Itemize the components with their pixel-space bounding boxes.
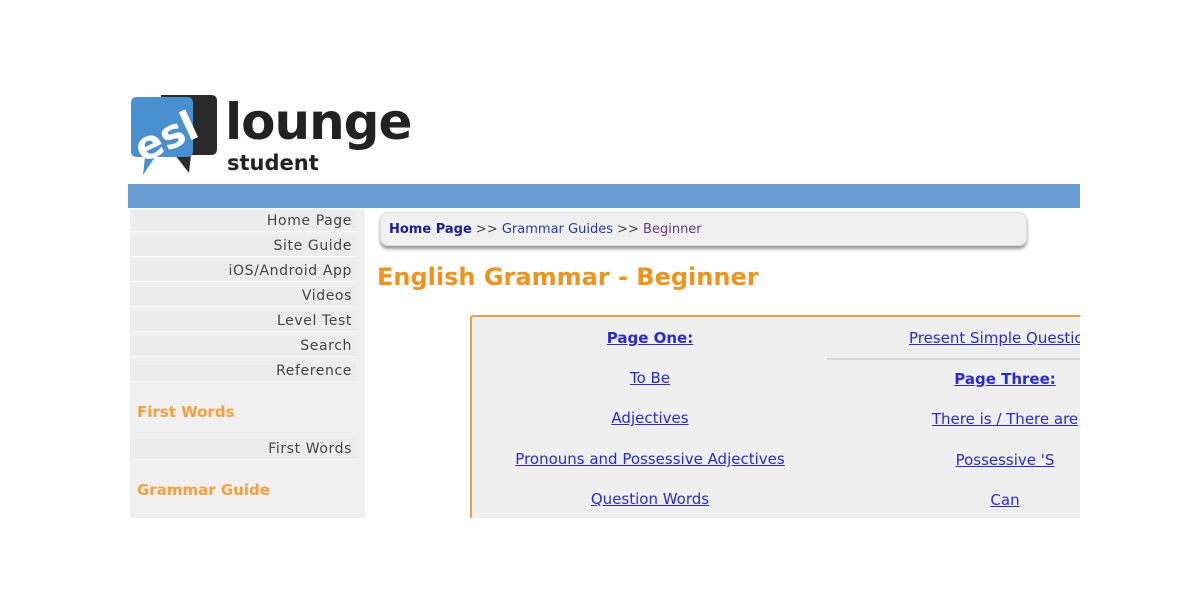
page-title: English Grammar - Beginner [377, 263, 759, 291]
sidebar-item-app[interactable]: iOS/Android App [133, 261, 356, 282]
row-divider [827, 358, 1080, 360]
breadcrumb-separator: >> [617, 222, 639, 237]
link-possessive-s[interactable]: Possessive 'S [956, 451, 1055, 469]
breadcrumb-grammar-guides[interactable]: Grammar Guides [502, 222, 613, 237]
link-question-words[interactable]: Question Words [591, 490, 709, 508]
table-cell: Page Three: [827, 370, 1080, 388]
sidebar-item-level-test[interactable]: Level Test [133, 311, 356, 332]
link-page-three[interactable]: Page Three: [954, 370, 1056, 388]
breadcrumb-separator: >> [475, 222, 498, 237]
esl-speech-bubble-logo-icon: esl [131, 95, 217, 175]
sidebar-item-videos[interactable]: Videos [133, 286, 356, 307]
link-to-be[interactable]: To Be [630, 369, 670, 387]
link-pronouns[interactable]: Pronouns and Possessive Adjectives [515, 450, 784, 468]
breadcrumb: Home Page >> Grammar Guides >> Beginner [380, 212, 1027, 246]
breadcrumb-current[interactable]: Beginner [643, 222, 702, 237]
table-cell: Pronouns and Possessive Adjectives [472, 450, 828, 468]
table-cell: Question Words [472, 490, 828, 508]
grammar-links-table: Page One: To Be Adjectives Pronouns and … [470, 315, 1080, 518]
sidebar-heading-grammar-guide: Grammar Guide [137, 481, 270, 499]
logo-subtitle: student [227, 151, 319, 175]
logo-wordmark: lounge [225, 93, 412, 151]
table-cell: Can [827, 491, 1080, 509]
table-cell: There is / There are [827, 410, 1080, 428]
table-cell: To Be [472, 369, 828, 387]
table-cell: Present Simple Questio [827, 329, 1080, 347]
sidebar-item-search[interactable]: Search [133, 336, 356, 357]
breadcrumb-home[interactable]: Home Page [389, 222, 472, 237]
link-adjectives[interactable]: Adjectives [611, 409, 688, 427]
sidebar-item-site-guide[interactable]: Site Guide [133, 236, 356, 257]
table-cell: Page One: [472, 329, 828, 347]
table-cell: Adjectives [472, 409, 828, 427]
link-can[interactable]: Can [990, 491, 1019, 509]
link-present-simple-questions[interactable]: Present Simple Questio [909, 329, 1080, 347]
sidebar-heading-first-words: First Words [137, 403, 235, 421]
table-cell: Possessive 'S [827, 451, 1080, 469]
sidebar-item-first-words[interactable]: First Words [133, 439, 356, 460]
page: esl lounge student Home Page Site Guide … [125, 85, 1080, 518]
sidebar-item-reference[interactable]: Reference [133, 361, 356, 382]
link-there-is[interactable]: There is / There are [932, 410, 1078, 428]
sidebar: Home Page Site Guide iOS/Android App Vid… [130, 209, 365, 518]
sidebar-item-home-page[interactable]: Home Page [133, 211, 356, 232]
header-bar [128, 184, 1080, 208]
link-page-one[interactable]: Page One: [607, 329, 693, 347]
